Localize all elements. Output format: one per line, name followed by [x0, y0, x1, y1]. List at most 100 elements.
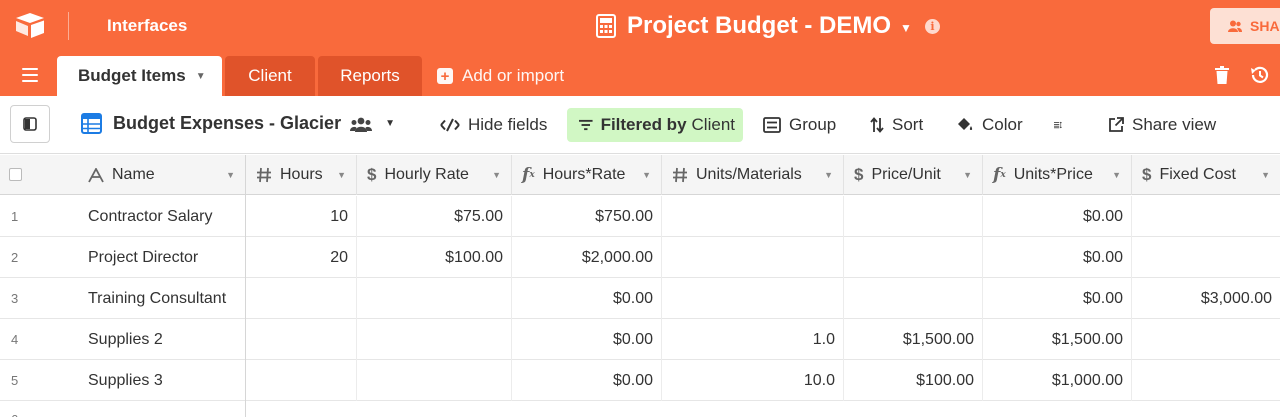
cell-hours[interactable]: 10	[246, 196, 357, 237]
column-header-units-price[interactable]: fx Units*Price ▼	[983, 155, 1132, 195]
cell-hours-rate[interactable]: $2,000.00	[512, 237, 662, 278]
sidebar-icon	[23, 117, 37, 131]
cell-units-price[interactable]: $0.00	[983, 278, 1132, 319]
table-row[interactable]: 6	[0, 402, 1280, 417]
cell-hours[interactable]	[246, 319, 357, 360]
share-view-button[interactable]: Share view	[1100, 108, 1224, 142]
cell-hours[interactable]	[246, 278, 357, 319]
table-tabs-bar: Budget Items ▼ Client Reports + Add or i…	[0, 52, 1280, 96]
add-or-import-button[interactable]: + Add or import	[437, 66, 564, 86]
cell-price-unit[interactable]: $1,500.00	[844, 319, 983, 360]
cell-hourly-rate[interactable]	[357, 278, 512, 319]
column-label: Hourly Rate	[384, 166, 469, 183]
column-header-price-unit[interactable]: $ Price/Unit ▼	[844, 155, 983, 195]
color-button[interactable]: Color	[948, 108, 1031, 142]
table-row[interactable]: 3 Training Consultant $0.00 $0.00 $3,000…	[0, 278, 1280, 319]
select-all-checkbox[interactable]	[9, 168, 22, 181]
column-label: Hours	[280, 166, 323, 183]
cell-hours-rate[interactable]: $0.00	[512, 278, 662, 319]
cell-fixed-cost[interactable]	[1132, 196, 1280, 237]
sidebar-toggle-button[interactable]	[10, 105, 50, 143]
share-button-label: SHA	[1250, 18, 1280, 34]
chevron-down-icon[interactable]: ▼	[337, 170, 346, 180]
row-height-button[interactable]	[1046, 108, 1078, 142]
chevron-down-icon[interactable]: ▼	[824, 170, 833, 180]
cell-hours[interactable]: 20	[246, 237, 357, 278]
cell-units-materials[interactable]	[662, 196, 844, 237]
cell-price-unit[interactable]	[844, 196, 983, 237]
cell-hours-rate[interactable]: $750.00	[512, 196, 662, 237]
cell-price-unit[interactable]	[844, 278, 983, 319]
column-header-hourly-rate[interactable]: $ Hourly Rate ▼	[357, 155, 512, 195]
menu-icon[interactable]	[22, 68, 38, 82]
cell-units-materials[interactable]	[662, 278, 844, 319]
sort-button[interactable]: Sort	[862, 108, 931, 142]
column-header-name[interactable]: Name ▼	[0, 155, 246, 195]
cell-units-price[interactable]: $0.00	[983, 237, 1132, 278]
chevron-down-icon[interactable]: ▼	[963, 170, 972, 180]
column-label: Name	[112, 166, 155, 183]
cell-units-price[interactable]: $0.00	[983, 196, 1132, 237]
column-header-units-materials[interactable]: Units/Materials ▼	[662, 155, 844, 195]
chevron-down-icon[interactable]: ▼	[196, 71, 206, 82]
chevron-down-icon[interactable]: ▼	[642, 170, 651, 180]
cell-units-price[interactable]: $1,000.00	[983, 360, 1132, 401]
base-title-button[interactable]: Project Budget - DEMO ▼ i	[596, 10, 940, 42]
cell-name[interactable]: Supplies 3	[0, 360, 246, 401]
column-label: Units/Materials	[696, 166, 802, 183]
hide-fields-button[interactable]: Hide fields	[432, 108, 555, 142]
table-row[interactable]: 5 Supplies 3 $0.00 10.0 $100.00 $1,000.0…	[0, 360, 1280, 401]
tab-budget-items[interactable]: Budget Items ▼	[57, 56, 222, 96]
cell-fixed-cost[interactable]	[1132, 360, 1280, 401]
history-icon[interactable]	[1249, 65, 1269, 85]
column-header-hours-rate[interactable]: fx Hours*Rate ▼	[512, 155, 662, 195]
table-row[interactable]: 1 Contractor Salary 10 $75.00 $750.00 $0…	[0, 196, 1280, 237]
chevron-down-icon[interactable]: ▼	[492, 170, 501, 180]
cell-hours-rate[interactable]: $0.00	[512, 360, 662, 401]
cell-units-materials[interactable]	[662, 237, 844, 278]
filter-button[interactable]: Filtered by Client	[567, 108, 743, 142]
table-row[interactable]: 2 Project Director 20 $100.00 $2,000.00 …	[0, 237, 1280, 278]
text-field-icon	[88, 167, 104, 183]
cell-hourly-rate[interactable]: $75.00	[357, 196, 512, 237]
cell-fixed-cost[interactable]	[1132, 319, 1280, 360]
column-label: Price/Unit	[871, 166, 941, 183]
chevron-down-icon[interactable]: ▼	[1112, 170, 1121, 180]
airtable-logo-icon[interactable]	[14, 11, 46, 41]
share-button[interactable]: SHA	[1210, 8, 1280, 44]
cell-name[interactable]: Contractor Salary	[0, 196, 246, 237]
cell-hourly-rate[interactable]: $100.00	[357, 237, 512, 278]
view-switcher[interactable]: Budget Expenses - Glacier ▼	[81, 113, 395, 134]
plus-icon: +	[437, 68, 453, 84]
cell-price-unit[interactable]: $100.00	[844, 360, 983, 401]
trash-icon[interactable]	[1215, 66, 1229, 84]
share-external-icon	[1109, 117, 1124, 132]
cell-units-materials[interactable]: 1.0	[662, 319, 844, 360]
tab-client[interactable]: Client	[225, 56, 315, 96]
cell-price-unit[interactable]	[844, 237, 983, 278]
row-height-icon	[1054, 121, 1062, 129]
group-button[interactable]: Group	[755, 108, 844, 142]
chevron-down-icon[interactable]: ▼	[226, 170, 235, 180]
cell-fixed-cost[interactable]	[1132, 237, 1280, 278]
chevron-down-icon[interactable]: ▼	[1261, 170, 1270, 180]
cell-fixed-cost[interactable]: $3,000.00	[1132, 278, 1280, 319]
table-row[interactable]: 4 Supplies 2 $0.00 1.0 $1,500.00 $1,500.…	[0, 319, 1280, 360]
cell-hours-rate[interactable]: $0.00	[512, 319, 662, 360]
cell-units-materials[interactable]: 10.0	[662, 360, 844, 401]
number-field-icon	[672, 167, 688, 183]
tab-reports[interactable]: Reports	[318, 56, 422, 96]
column-header-fixed-cost[interactable]: $ Fixed Cost ▼	[1132, 155, 1280, 195]
interfaces-link[interactable]: Interfaces	[107, 16, 187, 36]
column-header-hours[interactable]: Hours ▼	[246, 155, 357, 195]
info-icon[interactable]: i	[924, 18, 940, 34]
cell-name[interactable]: Training Consultant	[0, 278, 246, 319]
view-toolbar: Budget Expenses - Glacier ▼ Hide fields …	[0, 96, 1280, 154]
cell-hourly-rate[interactable]	[357, 319, 512, 360]
cell-name[interactable]: Project Director	[0, 237, 246, 278]
cell-units-price[interactable]: $1,500.00	[983, 319, 1132, 360]
cell-name[interactable]: Supplies 2	[0, 319, 246, 360]
cell-hours[interactable]	[246, 360, 357, 401]
eye-off-icon	[440, 118, 460, 132]
cell-hourly-rate[interactable]	[357, 360, 512, 401]
